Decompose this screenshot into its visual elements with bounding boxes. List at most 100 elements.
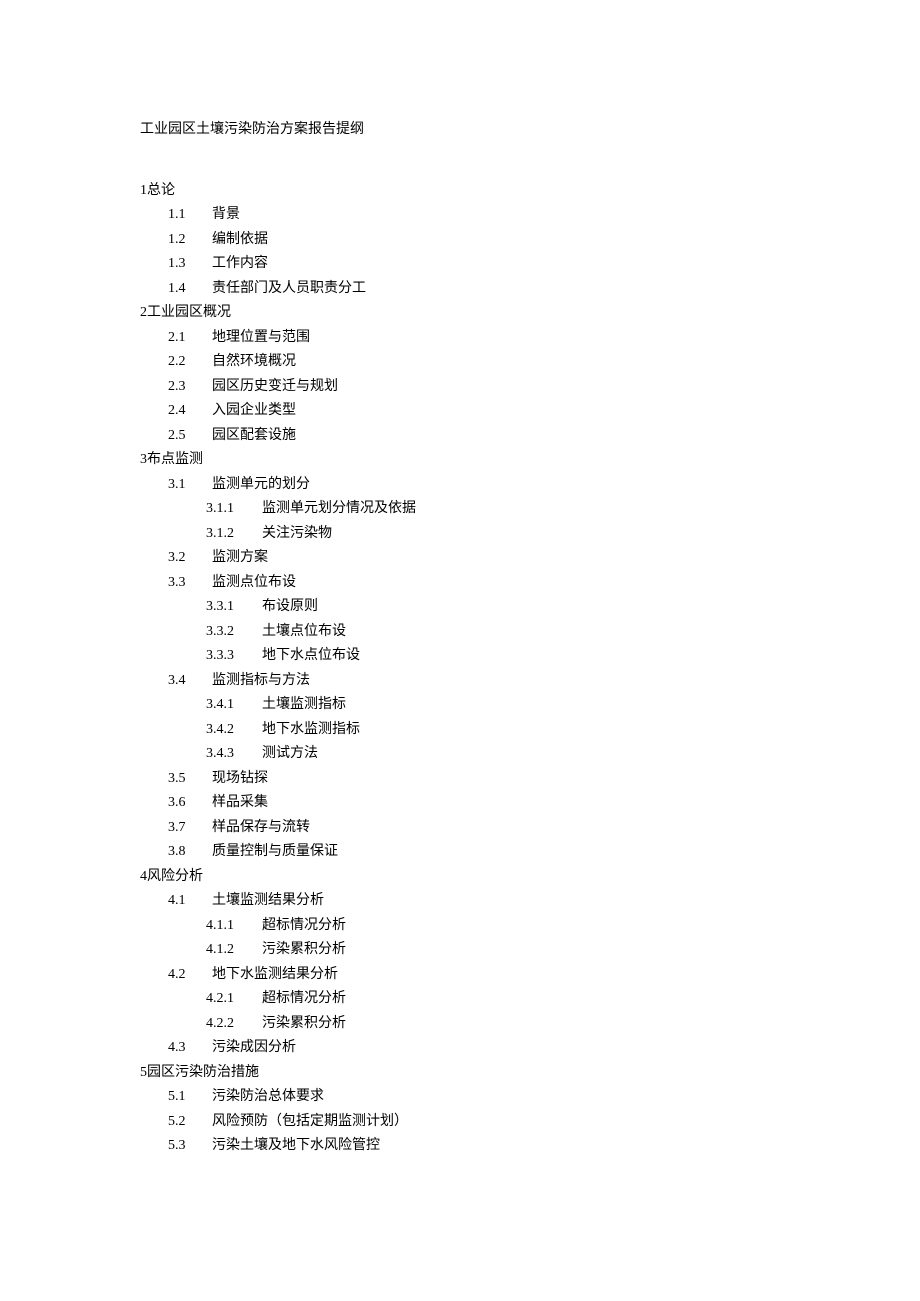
item-1-2: 1.2 编制依据 [168, 228, 780, 253]
item-2-5: 2.5 园区配套设施 [168, 424, 780, 449]
item-number: 3.4.2 [206, 718, 250, 743]
item-text: 地下水点位布设 [262, 648, 360, 663]
item-3-7: 3.7 样品保存与流转 [168, 816, 780, 841]
item-number: 2.5 [168, 424, 200, 449]
item-number: 3.3 [168, 571, 200, 596]
item-3-2: 3.2监测方案 [168, 546, 780, 571]
item-text: 责任部门及人员职责分工 [212, 281, 366, 296]
section-4-heading: 4风险分析 [140, 865, 780, 890]
item-3-1-2: 3.1.2 关注污染物 [206, 522, 780, 547]
item-text: 超标情况分析 [262, 991, 346, 1006]
item-text: 园区配套设施 [212, 428, 296, 443]
item-3-4: 3.4 监测指标与方法 [168, 669, 780, 694]
item-text: 布设原则 [262, 599, 318, 614]
item-number: 4.1.1 [206, 914, 250, 939]
item-number: 3.4 [168, 669, 200, 694]
item-number: 3.7 [168, 816, 200, 841]
item-number: 3.6 [168, 791, 200, 816]
item-text: 样品采集 [212, 795, 268, 810]
item-number: 2.4 [168, 399, 200, 424]
item-number: 4.1.2 [206, 938, 250, 963]
item-text: 监测单元的划分 [212, 477, 310, 492]
item-4-2-2: 4.2.2 污染累积分析 [206, 1012, 780, 1037]
item-text: 样品保存与流转 [212, 820, 310, 835]
item-4-2: 4.2 地下水监测结果分析 [168, 963, 780, 988]
item-1-4: 1.4 责任部门及人员职责分工 [168, 277, 780, 302]
item-number: 5.2 [168, 1110, 200, 1135]
item-3-6: 3.6 样品采集 [168, 791, 780, 816]
document-title: 工业园区土壤污染防治方案报告提纲 [140, 118, 780, 143]
item-text: 关注污染物 [262, 526, 332, 541]
item-2-4: 2.4 入园企业类型 [168, 399, 780, 424]
item-text: 编制依据 [212, 232, 268, 247]
item-text: 风险预防（包括定期监测计划） [212, 1114, 408, 1129]
item-text: 监测指标与方法 [212, 673, 310, 688]
item-3-3-2: 3.3.2 土壤点位布设 [206, 620, 780, 645]
item-text: 污染成因分析 [212, 1040, 296, 1055]
item-number: 2.1 [168, 326, 200, 351]
item-4-3: 4.3 污染成因分析 [168, 1036, 780, 1061]
section-3-heading: 3布点监测 [140, 448, 780, 473]
document-page: 工业园区土壤污染防治方案报告提纲 1总论 1.1背景 1.2 编制依据 1.3 工作… [0, 0, 920, 1219]
item-3-8: 3.8 质量控制与质量保证 [168, 840, 780, 865]
item-number: 3.2 [168, 546, 200, 571]
item-number: 3.1.2 [206, 522, 250, 547]
item-text: 土壤点位布设 [262, 624, 346, 639]
item-number: 4.2 [168, 963, 200, 988]
item-3-4-2: 3.4.2地下水监测指标 [206, 718, 780, 743]
item-3-3-1: 3.3.1 布设原则 [206, 595, 780, 620]
section-5-heading: 5园区污染防治措施 [140, 1061, 780, 1086]
item-number: 1.4 [168, 277, 200, 302]
section-1-heading: 1总论 [140, 179, 780, 204]
item-3-4-1: 3.4.1 土壤监测指标 [206, 693, 780, 718]
item-text: 测试方法 [262, 746, 318, 761]
item-2-2: 2.2 自然环境概况 [168, 350, 780, 375]
item-text: 土壤监测结果分析 [212, 893, 324, 908]
item-number: 3.3.2 [206, 620, 250, 645]
item-3-3: 3.3监测点位布设 [168, 571, 780, 596]
item-2-3: 2.3 园区历史变迁与规划 [168, 375, 780, 400]
item-5-1: 5.1污染防治总体要求 [168, 1085, 780, 1110]
item-number: 4.2.2 [206, 1012, 250, 1037]
item-number: 1.2 [168, 228, 200, 253]
item-text: 超标情况分析 [262, 918, 346, 933]
item-5-3: 5.3污染土壤及地下水风险管控 [168, 1134, 780, 1159]
item-number: 3.5 [168, 767, 200, 792]
item-number: 4.1 [168, 889, 200, 914]
item-text: 土壤监测指标 [262, 697, 346, 712]
item-3-5: 3.5 现场钻探 [168, 767, 780, 792]
item-number: 1.3 [168, 252, 200, 277]
item-text: 园区历史变迁与规划 [212, 379, 338, 394]
item-number: 4.3 [168, 1036, 200, 1061]
item-text: 现场钻探 [212, 771, 268, 786]
item-text: 地理位置与范围 [212, 330, 310, 345]
item-3-4-3: 3.4.3测试方法 [206, 742, 780, 767]
item-text: 自然环境概况 [212, 354, 296, 369]
item-text: 污染累积分析 [262, 1016, 346, 1031]
item-1-1: 1.1背景 [168, 203, 780, 228]
item-text: 工作内容 [212, 256, 268, 271]
item-3-1: 3.1 监测单元的划分 [168, 473, 780, 498]
item-2-1: 2.1 地理位置与范围 [168, 326, 780, 351]
item-4-1: 4.1 土壤监测结果分析 [168, 889, 780, 914]
item-text: 污染土壤及地下水风险管控 [212, 1138, 380, 1153]
item-3-1-1: 3.1.1监测单元划分情况及依据 [206, 497, 780, 522]
item-number: 3.1.1 [206, 497, 250, 522]
item-number: 2.3 [168, 375, 200, 400]
item-number: 2.2 [168, 350, 200, 375]
item-text: 地下水监测结果分析 [212, 967, 338, 982]
item-text: 质量控制与质量保证 [212, 844, 338, 859]
item-text: 入园企业类型 [212, 403, 296, 418]
item-number: 3.3.3 [206, 644, 250, 669]
item-number: 3.1 [168, 473, 200, 498]
item-number: 3.3.1 [206, 595, 250, 620]
item-number: 5.1 [168, 1085, 200, 1110]
item-number: 3.8 [168, 840, 200, 865]
item-5-2: 5.2 风险预防（包括定期监测计划） [168, 1110, 780, 1135]
item-number: 3.4.1 [206, 693, 250, 718]
item-text: 污染累积分析 [262, 942, 346, 957]
item-4-1-2: 4.1.2 污染累积分析 [206, 938, 780, 963]
item-4-1-1: 4.1.1 超标情况分析 [206, 914, 780, 939]
item-4-2-1: 4.2.1超标情况分析 [206, 987, 780, 1012]
item-1-3: 1.3 工作内容 [168, 252, 780, 277]
